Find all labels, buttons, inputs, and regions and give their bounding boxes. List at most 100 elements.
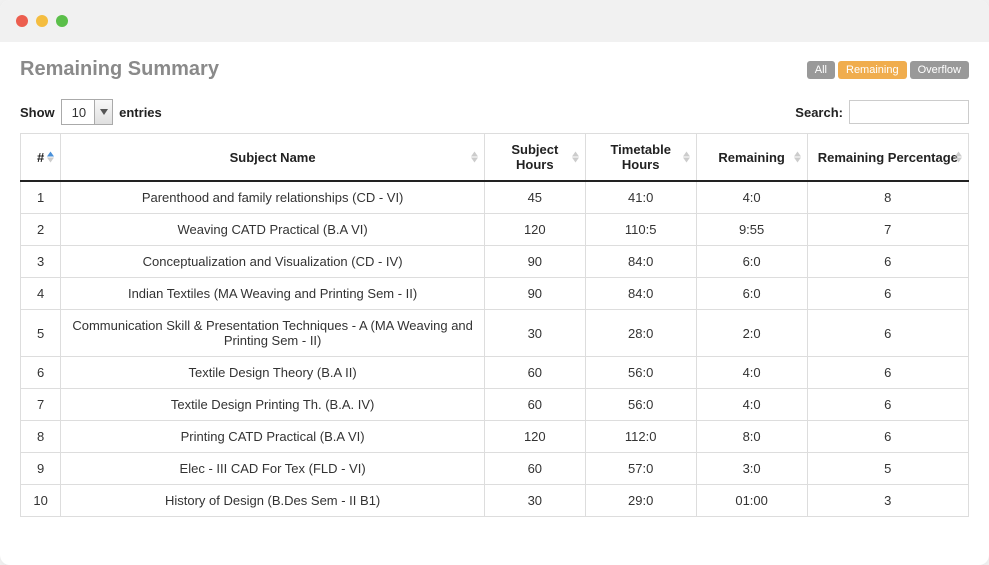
col-header-remaining[interactable]: Remaining (696, 134, 807, 182)
col-header-subject[interactable]: Subject Name (61, 134, 485, 182)
cell-remaining: 4:0 (696, 181, 807, 214)
content: Remaining Summary All Remaining Overflow… (0, 42, 989, 517)
sort-icon (955, 152, 962, 163)
table-row: 7Textile Design Printing Th. (B.A. IV)60… (21, 389, 969, 421)
entries-control: Show 10 entries (20, 99, 162, 125)
cell-num: 10 (21, 485, 61, 517)
table-row: 4Indian Textiles (MA Weaving and Printin… (21, 278, 969, 310)
sort-icon (683, 152, 690, 163)
close-window-button[interactable] (16, 15, 28, 27)
window: Remaining Summary All Remaining Overflow… (0, 0, 989, 565)
cell-num: 9 (21, 453, 61, 485)
cell-subject: Indian Textiles (MA Weaving and Printing… (61, 278, 485, 310)
table-row: 8Printing CATD Practical (B.A VI)120112:… (21, 421, 969, 453)
cell-num: 3 (21, 246, 61, 278)
cell-remaining: 6:0 (696, 246, 807, 278)
cell-timetable-hours: 41:0 (585, 181, 696, 214)
cell-timetable-hours: 28:0 (585, 310, 696, 357)
cell-pct: 8 (807, 181, 968, 214)
cell-remaining: 2:0 (696, 310, 807, 357)
cell-pct: 6 (807, 246, 968, 278)
filter-overflow-button[interactable]: Overflow (910, 61, 969, 79)
table-row: 5Communication Skill & Presentation Tech… (21, 310, 969, 357)
cell-subject-hours: 120 (484, 214, 585, 246)
cell-timetable-hours: 57:0 (585, 453, 696, 485)
entries-dropdown-button[interactable] (94, 100, 112, 124)
cell-pct: 3 (807, 485, 968, 517)
cell-subject-hours: 60 (484, 453, 585, 485)
cell-subject-hours: 90 (484, 278, 585, 310)
sort-icon (471, 152, 478, 163)
cell-subject-hours: 120 (484, 421, 585, 453)
filter-group: All Remaining Overflow (807, 61, 969, 79)
cell-subject-hours: 60 (484, 357, 585, 389)
cell-timetable-hours: 56:0 (585, 389, 696, 421)
col-header-timetable-hours-label: Timetable Hours (610, 142, 670, 172)
minimize-window-button[interactable] (36, 15, 48, 27)
col-header-subject-hours-label: Subject Hours (511, 142, 558, 172)
cell-subject-hours: 45 (484, 181, 585, 214)
cell-subject: Weaving CATD Practical (B.A VI) (61, 214, 485, 246)
cell-timetable-hours: 29:0 (585, 485, 696, 517)
col-header-remaining-label: Remaining (718, 150, 784, 165)
cell-subject: Parenthood and family relationships (CD … (61, 181, 485, 214)
show-label: Show (20, 105, 55, 120)
search-input[interactable] (849, 100, 969, 124)
cell-num: 7 (21, 389, 61, 421)
cell-timetable-hours: 84:0 (585, 278, 696, 310)
sort-icon (47, 152, 54, 163)
table-row: 6 Textile Design Theory (B.A II)6056:04:0… (21, 357, 969, 389)
cell-pct: 7 (807, 214, 968, 246)
entries-select[interactable]: 10 (61, 99, 113, 125)
cell-num: 5 (21, 310, 61, 357)
cell-timetable-hours: 110:5 (585, 214, 696, 246)
cell-subject: Elec - III CAD For Tex (FLD - VI) (61, 453, 485, 485)
col-header-subject-label: Subject Name (230, 150, 316, 165)
table-row: 10History of Design (B.Des Sem - II B1) 3… (21, 485, 969, 517)
search-control: Search: (795, 100, 969, 124)
table-body: 1Parenthood and family relationships (CD… (21, 181, 969, 517)
page-title: Remaining Summary (20, 58, 219, 81)
cell-subject: Textile Design Theory (B.A II) (61, 357, 485, 389)
cell-num: 1 (21, 181, 61, 214)
cell-pct: 6 (807, 389, 968, 421)
cell-pct: 6 (807, 421, 968, 453)
cell-remaining: 8:0 (696, 421, 807, 453)
col-header-num[interactable]: # (21, 134, 61, 182)
cell-remaining: 9:55 (696, 214, 807, 246)
cell-pct: 5 (807, 453, 968, 485)
cell-subject: Printing CATD Practical (B.A VI) (61, 421, 485, 453)
cell-remaining: 3:0 (696, 453, 807, 485)
sort-icon (794, 152, 801, 163)
cell-subject: History of Design (B.Des Sem - II B1) (61, 485, 485, 517)
cell-remaining: 4:0 (696, 357, 807, 389)
col-header-remaining-pct[interactable]: Remaining Percentage (807, 134, 968, 182)
cell-pct: 6 (807, 278, 968, 310)
cell-subject-hours: 30 (484, 310, 585, 357)
table-header-row: # Subject Name Subje (21, 134, 969, 182)
cell-pct: 6 (807, 310, 968, 357)
filter-remaining-button[interactable]: Remaining (838, 61, 907, 79)
cell-timetable-hours: 56:0 (585, 357, 696, 389)
titlebar (0, 0, 989, 42)
maximize-window-button[interactable] (56, 15, 68, 27)
summary-table: # Subject Name Subje (20, 133, 969, 517)
cell-remaining: 01:00 (696, 485, 807, 517)
cell-num: 8 (21, 421, 61, 453)
col-header-timetable-hours[interactable]: Timetable Hours (585, 134, 696, 182)
col-header-subject-hours[interactable]: Subject Hours (484, 134, 585, 182)
col-header-num-label: # (37, 150, 44, 165)
cell-timetable-hours: 112:0 (585, 421, 696, 453)
cell-subject-hours: 60 (484, 389, 585, 421)
search-label: Search: (795, 105, 843, 120)
cell-timetable-hours: 84:0 (585, 246, 696, 278)
cell-remaining: 4:0 (696, 389, 807, 421)
cell-subject: Communication Skill & Presentation Techn… (61, 310, 485, 357)
col-header-remaining-pct-label: Remaining Percentage (818, 150, 958, 165)
entries-label: entries (119, 105, 162, 120)
filter-all-button[interactable]: All (807, 61, 835, 79)
cell-pct: 6 (807, 357, 968, 389)
table-row: 9Elec - III CAD For Tex (FLD - VI)6057:0… (21, 453, 969, 485)
cell-num: 2 (21, 214, 61, 246)
cell-subject-hours: 90 (484, 246, 585, 278)
